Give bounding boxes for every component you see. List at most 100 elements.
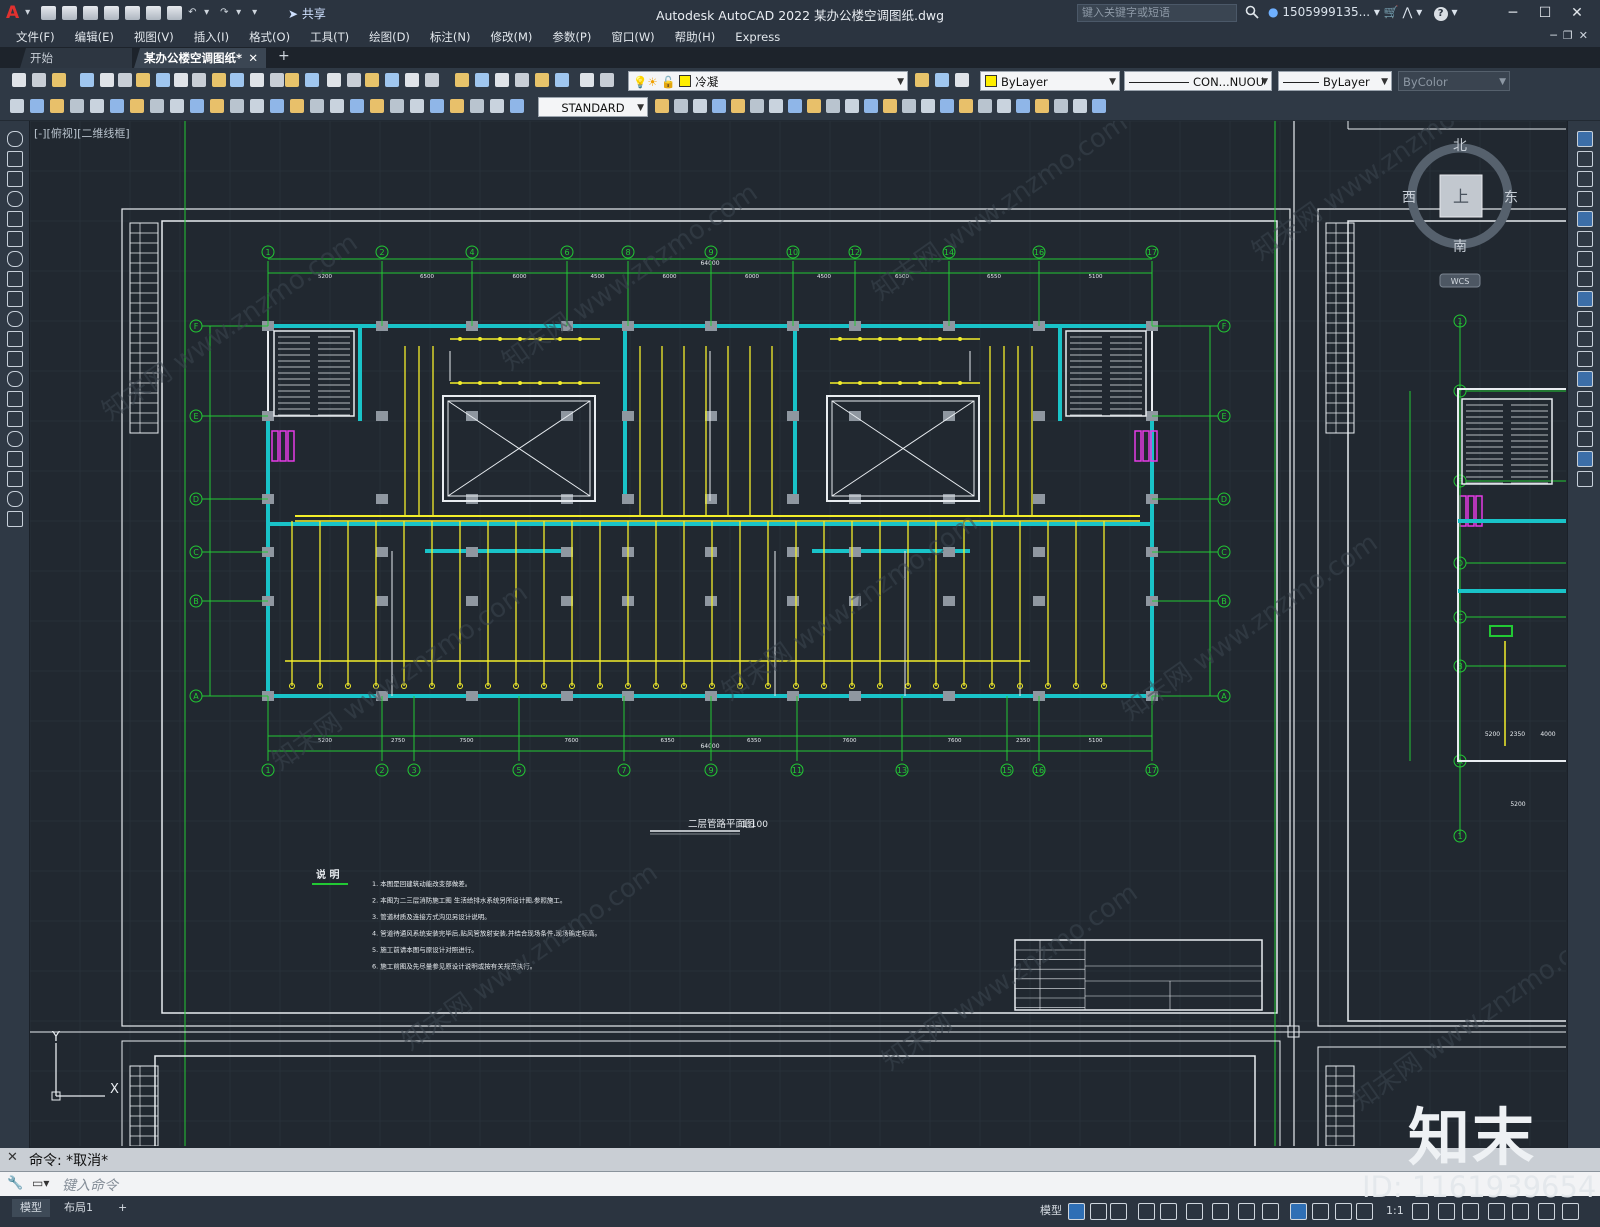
toolbar1-tool-6-icon[interactable] [118,73,132,87]
toolbar1-tool-22-icon[interactable] [425,73,439,87]
modify-tool-13-icon[interactable] [1577,371,1593,387]
modify-tool-16-icon[interactable] [1577,431,1593,447]
toolbar1-tool-8-icon[interactable] [156,73,170,87]
status-toggle-19-icon[interactable] [1538,1203,1555,1220]
toolbar2-tool-4-icon[interactable] [70,99,84,113]
toolbar1-tool-13-icon[interactable] [250,73,264,87]
menu-draw[interactable]: 绘图(D) [359,27,420,47]
toolbar1-tool-9-icon[interactable] [174,73,188,87]
modify-tool-5-icon[interactable] [1577,211,1593,227]
modify-tool-8-icon[interactable] [1577,271,1593,287]
tab-layout1[interactable]: 布局1 [56,1199,101,1217]
toolbar1-tool-2-icon[interactable] [32,73,46,87]
status-toggle-17-icon[interactable] [1488,1203,1505,1220]
toolbar2-tool-11-icon[interactable] [210,99,224,113]
tab-drawing[interactable]: 某办公楼空调图纸* ✕ [134,48,266,68]
model-space-button[interactable]: 模型 [1032,1202,1070,1220]
wrench-icon[interactable]: 🔧 [7,1176,23,1191]
toolbar2-tool-6-icon[interactable] [110,99,124,113]
toolbar2-tool-5-icon[interactable] [90,99,104,113]
toolbar1-tool-12-icon[interactable] [230,73,244,87]
toolbar1-tool-27-icon[interactable] [535,73,549,87]
menu-view[interactable]: 视图(V) [124,27,184,47]
menu-window[interactable]: 窗口(W) [601,27,664,47]
toolbar2-tool-17-icon[interactable] [330,99,344,113]
draw-tool-5-icon[interactable] [7,211,23,227]
draw-tool-14-icon[interactable] [7,391,23,407]
toolbar2-tool-14-icon[interactable] [270,99,284,113]
toolbar2-tool-34-icon[interactable] [788,99,802,113]
undo-icon[interactable]: ↶ [188,6,198,20]
toolbar2-tool-45-icon[interactable] [997,99,1011,113]
modify-tool-4-icon[interactable] [1577,191,1593,207]
command-line[interactable]: 🔧 ▭▾ 键入命令 [0,1171,1600,1196]
toolbar2-tool-19-icon[interactable] [370,99,384,113]
toolbar2-tool-1-icon[interactable] [10,99,24,113]
toolbar1-tool-1-icon[interactable] [12,73,26,87]
status-toggle-11-icon[interactable] [1312,1203,1329,1220]
toolbar1-tool-3-icon[interactable] [52,73,66,87]
toolbar2-tool-38-icon[interactable] [864,99,878,113]
modify-tool-15-icon[interactable] [1577,411,1593,427]
modify-tool-6-icon[interactable] [1577,231,1593,247]
toolbar1-tool-24-icon[interactable] [475,73,489,87]
toolbar1-tool-32-icon[interactable] [935,73,949,87]
modify-tool-7-icon[interactable] [1577,251,1593,267]
new-tab-button[interactable]: + [278,48,290,64]
draw-tool-11-icon[interactable] [7,331,23,347]
save-as-icon[interactable] [104,6,120,20]
draw-tool-16-icon[interactable] [7,431,23,447]
close-button[interactable]: ✕ [1564,3,1590,23]
viewport-label[interactable]: [-][俯视][二维线框] [34,125,130,141]
search-icon[interactable] [1245,5,1259,19]
toolbar1-tool-25-icon[interactable] [495,73,509,87]
toolbar2-tool-7-icon[interactable] [130,99,144,113]
menu-express[interactable]: Express [725,27,790,47]
draw-tool-19-icon[interactable] [7,491,23,507]
toolbar1-tool-28-icon[interactable] [555,73,569,87]
annotation-scale[interactable]: 1:1 [1378,1202,1412,1220]
toolbar2-tool-13-icon[interactable] [250,99,264,113]
toolbar2-tool-32-icon[interactable] [750,99,764,113]
toolbar1-tool-29-icon[interactable] [580,73,594,87]
status-toggle-16-icon[interactable] [1462,1203,1479,1220]
new-icon[interactable] [41,6,57,20]
toolbar2-tool-49-icon[interactable] [1073,99,1087,113]
toolbar2-tool-15-icon[interactable] [290,99,304,113]
toolbar2-tool-28-icon[interactable] [674,99,688,113]
toolbar1-tool-5-icon[interactable] [100,73,114,87]
toolbar1-tool-17-icon[interactable] [327,73,341,87]
cart-icon[interactable]: 🛒 [1384,5,1399,19]
toolbar2-tool-2-icon[interactable] [30,99,44,113]
app-menu-arrow-icon[interactable]: ▾ [25,6,35,20]
close-icon[interactable]: ✕ [7,1150,18,1165]
toolbar1-tool-31-icon[interactable] [915,73,929,87]
menu-dimension[interactable]: 标注(N) [420,27,481,47]
user-account[interactable]: ● 1505999135... ▾ 🛒 ⋀ ▾ ? ▾ [1268,5,1458,21]
menu-file[interactable]: 文件(F) [6,27,65,47]
status-toggle-6-icon[interactable] [1186,1203,1203,1220]
save-web-icon[interactable] [146,6,162,20]
modify-tool-11-icon[interactable] [1577,331,1593,347]
toolbar2-tool-41-icon[interactable] [921,99,935,113]
maximize-button[interactable]: ☐ [1532,3,1558,23]
toolbar1-tool-15-icon[interactable] [285,73,299,87]
toolbar2-tool-47-icon[interactable] [1035,99,1049,113]
draw-tool-18-icon[interactable] [7,471,23,487]
toolbar2-tool-18-icon[interactable] [350,99,364,113]
toolbar2-tool-3-icon[interactable] [50,99,64,113]
status-toggle-15-icon[interactable] [1438,1203,1455,1220]
print-icon[interactable] [167,6,183,20]
layer-freeze-icon[interactable]: ☀ [647,75,657,89]
modify-tool-3-icon[interactable] [1577,171,1593,187]
draw-tool-17-icon[interactable] [7,451,23,467]
toolbar2-tool-37-icon[interactable] [845,99,859,113]
menu-modify[interactable]: 修改(M) [481,27,543,47]
draw-tool-8-icon[interactable] [7,271,23,287]
tab-start[interactable]: 开始 [20,48,132,68]
command-prompt-icon[interactable]: ▭▾ [32,1176,49,1190]
toolbar1-tool-30-icon[interactable] [600,73,614,87]
draw-tool-1-icon[interactable] [7,131,23,147]
modify-tool-14-icon[interactable] [1577,391,1593,407]
layer-combo[interactable]: 💡☀ 🔓 冷凝 ▼ [628,71,908,91]
